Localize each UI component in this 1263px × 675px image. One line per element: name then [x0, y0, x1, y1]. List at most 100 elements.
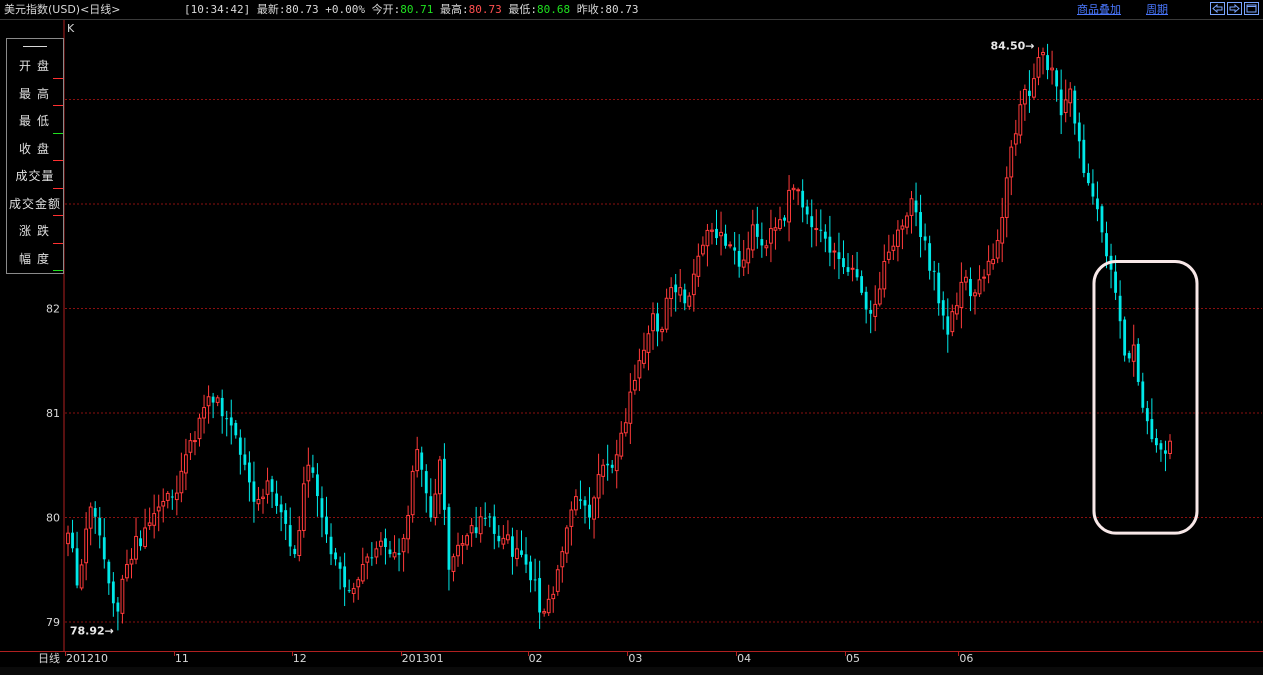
x-tick-label: 03	[628, 652, 643, 665]
candle-body-up	[719, 231, 723, 237]
candle	[102, 518, 106, 569]
candle-body-up	[959, 281, 964, 309]
candle-body-down	[474, 527, 478, 534]
chart-area[interactable]: 79 80 81 82 84.50→ 78.92→ K 开盘 最高 最低 收盘 成交量 成交金额 涨跌…	[0, 20, 1263, 652]
candle-body-down	[1059, 89, 1063, 116]
menu-item-7[interactable]: 幅度	[7, 246, 63, 274]
candle-body-down	[483, 517, 487, 519]
menu-item-1[interactable]: 最高	[7, 81, 63, 109]
candlestick-chart[interactable]: 79 80 81 82 84.50→ 78.92→	[0, 20, 1263, 652]
candle	[715, 209, 718, 245]
candle	[120, 574, 125, 624]
candle	[746, 231, 751, 275]
period-link[interactable]: 周期	[1146, 0, 1168, 19]
candle	[379, 532, 383, 556]
candle	[533, 558, 537, 592]
open-value: 80.71	[400, 3, 434, 16]
candle-body-up	[184, 454, 188, 474]
candle	[669, 277, 674, 317]
candle-body-down	[370, 557, 374, 559]
arrow-right-icon[interactable]	[1227, 2, 1242, 15]
candle	[384, 528, 387, 565]
x-tick-mark	[958, 652, 960, 656]
candle	[832, 242, 837, 270]
candle	[1018, 90, 1023, 144]
candle-body-up	[356, 579, 361, 588]
candle	[301, 466, 306, 538]
candle-body-up	[596, 474, 601, 499]
candle-body-up	[791, 187, 796, 191]
candle-body-down	[1127, 352, 1131, 359]
menu-item-label: 成交量	[15, 169, 55, 183]
candle-body-up	[696, 255, 701, 277]
candle-body-down	[238, 437, 242, 455]
low-value: 80.68	[536, 3, 571, 16]
candle	[606, 444, 610, 481]
candle	[538, 560, 542, 629]
candle	[769, 209, 773, 263]
candle-body-up	[66, 532, 70, 545]
candle-body-down	[969, 279, 972, 297]
candle-body-up	[886, 251, 891, 260]
candle	[225, 410, 229, 437]
candle	[356, 576, 361, 600]
candle-body-down	[311, 467, 315, 473]
candle	[488, 513, 492, 528]
candle-body-up	[1168, 440, 1172, 455]
menu-item-5[interactable]: 成交金额	[7, 191, 63, 219]
candle-body-up	[433, 493, 438, 519]
candle-body-up	[700, 244, 705, 255]
maximize-icon[interactable]	[1244, 2, 1259, 15]
menu-item-4[interactable]: 成交量	[7, 163, 63, 191]
candle	[891, 234, 896, 260]
candle-body-up	[193, 440, 197, 443]
candle-body-up	[156, 506, 161, 512]
candle-body-down	[941, 300, 945, 316]
candle	[505, 520, 510, 544]
candle	[678, 268, 683, 303]
overlay-commodity-link[interactable]: 商品叠加	[1077, 0, 1121, 19]
candle-body-down	[397, 552, 401, 555]
menu-item-3[interactable]: 收盘	[7, 136, 63, 164]
candle-body-down	[1118, 295, 1122, 322]
candle	[370, 542, 374, 566]
candle-body-down	[1100, 206, 1104, 233]
menu-item-mark	[53, 77, 63, 79]
candle	[909, 190, 914, 234]
x-tick-label: 201301	[401, 652, 444, 665]
menu-item-0[interactable]: 开盘	[7, 53, 63, 81]
candle-body-down	[842, 258, 845, 268]
menu-item-2[interactable]: 最低	[7, 108, 63, 136]
candle	[252, 461, 256, 523]
candle-body-down	[316, 474, 319, 497]
candle-body-down	[93, 508, 97, 517]
candle-body-down	[111, 581, 115, 604]
candle-body-up	[410, 470, 415, 516]
candle-body-down	[610, 464, 614, 468]
candle-body-down	[656, 313, 659, 332]
candle-body-up	[614, 454, 619, 472]
menu-item-mark	[53, 132, 63, 134]
candle-body-up	[664, 297, 669, 330]
quote-time: [10:34:42]	[184, 3, 251, 16]
candle-body-up	[125, 564, 129, 579]
candle	[995, 229, 1000, 264]
candle	[420, 446, 424, 487]
candle	[846, 253, 850, 276]
candle	[1100, 204, 1104, 243]
candle	[515, 529, 519, 567]
candle-body-up	[954, 305, 959, 315]
candle-body-down	[823, 231, 827, 239]
menu-item-label: 幅度	[18, 251, 55, 266]
menu-item-6[interactable]: 涨跌	[7, 218, 63, 246]
candle-body-up	[1013, 133, 1018, 145]
candle-body-up	[687, 295, 692, 307]
candle-body-down	[347, 590, 351, 592]
candle-body-down	[529, 561, 532, 581]
arrow-left-icon[interactable]	[1210, 2, 1225, 15]
candle-body-up	[601, 464, 606, 477]
candle	[937, 262, 941, 316]
candle-body-up	[501, 537, 506, 545]
candle-body-down	[1091, 183, 1095, 197]
candle-body-up	[306, 464, 311, 482]
